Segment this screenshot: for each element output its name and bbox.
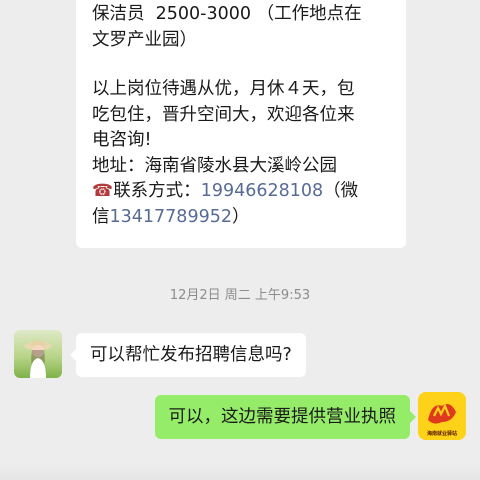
- contact-suffix: （微: [323, 181, 359, 201]
- message-line: 保洁员 2500-3000 （工作地点在: [92, 4, 362, 24]
- girl-with-hat-avatar[interactable]: [14, 330, 62, 378]
- wechat-line: 信13417789952）: [92, 205, 392, 231]
- message-timestamp: 12月2日 周二 上午9:53: [169, 288, 311, 303]
- wechat-number-link[interactable]: 13417789952: [110, 207, 232, 227]
- job-station-logo-avatar[interactable]: 海南就业驿站: [418, 392, 466, 440]
- bottom-edge: [0, 462, 480, 480]
- contact-label: 联系方式：: [113, 181, 201, 201]
- incoming-message-job-info[interactable]: 保洁员 2500-3000 （工作地点在 文罗产业园） 以上岗位待遇从优，月休４…: [76, 0, 406, 248]
- message-line: 地址：海南省陵水县大溪岭公园: [92, 155, 337, 176]
- contact-line: ☎联系方式：19946628108（微: [92, 179, 392, 205]
- message-line: 文罗产业园）: [92, 29, 197, 50]
- outgoing-message[interactable]: 可以，这边需要提供营业执照: [154, 395, 416, 439]
- phone-icon: ☎: [92, 181, 114, 201]
- message-line: 电咨询!: [92, 130, 152, 150]
- incoming-message[interactable]: 可以帮忙发布招聘信息吗?: [70, 333, 306, 377]
- wechat-label: 信: [92, 206, 110, 227]
- logo-text: 海南就业驿站: [426, 431, 457, 437]
- message-line: 吃包住，晋升空间大，欢迎各位来: [92, 104, 355, 125]
- message-line: 以上岗位待遇从优，月休４天，包: [92, 79, 355, 99]
- avatar-image: [14, 330, 62, 378]
- wechat-suffix: ）: [231, 206, 250, 227]
- phone-number-link[interactable]: 19946628108: [201, 181, 323, 201]
